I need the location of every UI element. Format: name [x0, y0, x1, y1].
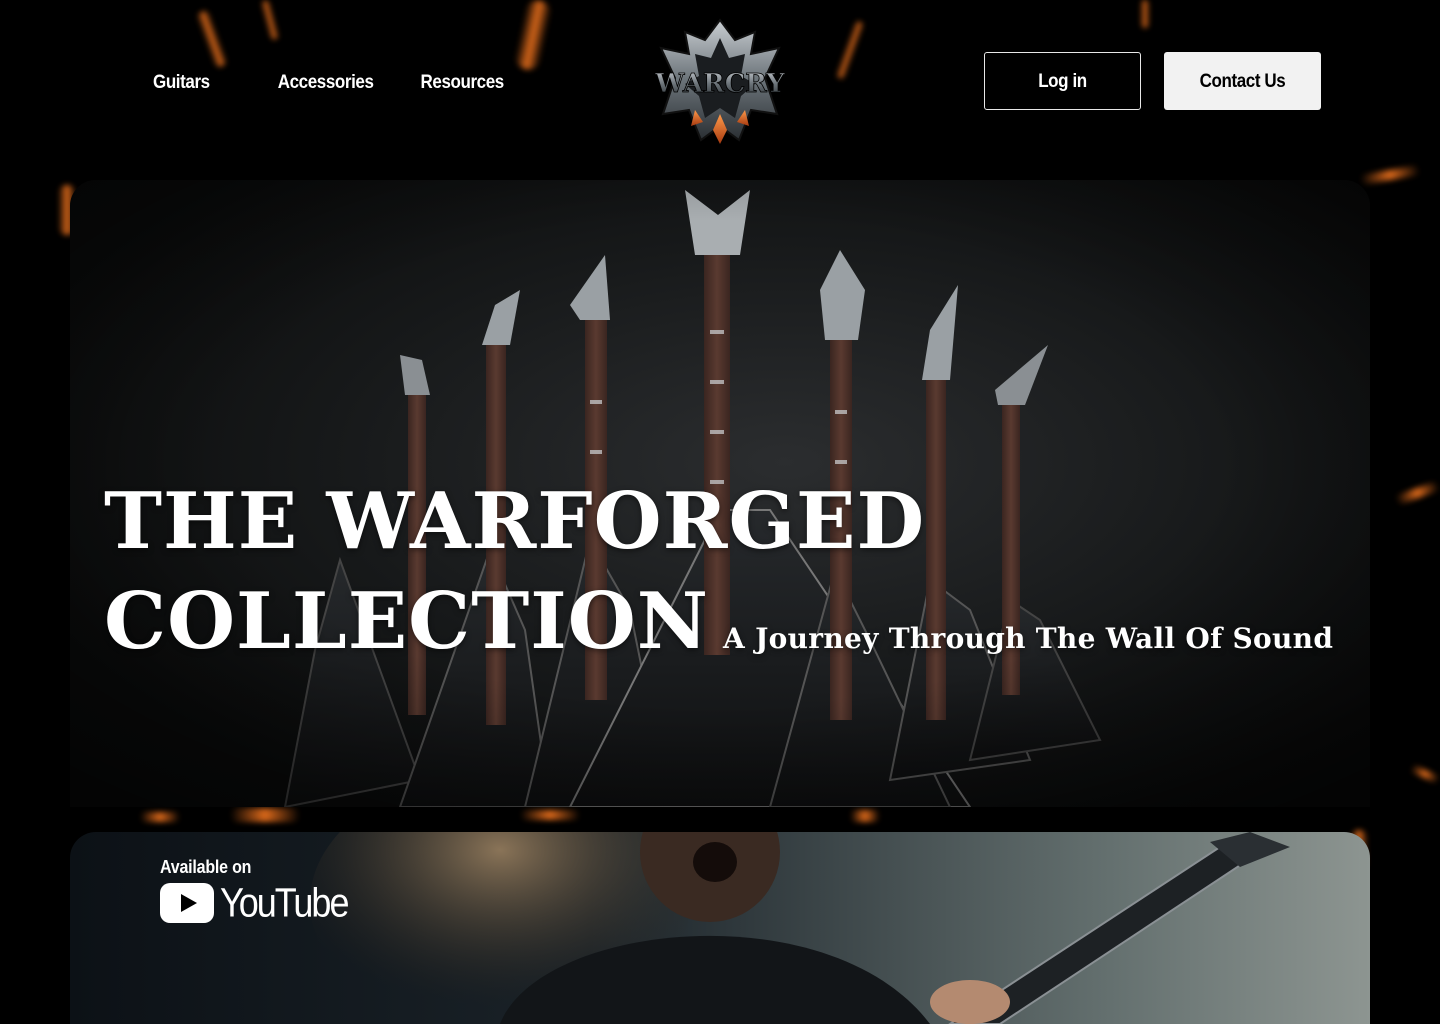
hero-title-line-2: COLLECTION A Journey Through The Wall Of …	[104, 572, 1333, 672]
youtube-wordmark: YouTube	[220, 879, 349, 926]
main-nav: Guitars Accessories Resources	[153, 71, 505, 94]
hero-title-line-1: THE WARFORGED	[104, 476, 926, 567]
login-button-label: Log in	[1038, 69, 1087, 92]
hero-subtitle: A Journey Through The Wall Of Sound	[723, 622, 1334, 655]
login-button[interactable]: Log in	[984, 52, 1141, 110]
warcry-emblem-icon: WARCRY	[654, 18, 786, 144]
youtube-play-icon	[160, 883, 214, 923]
contact-us-button[interactable]: Contact Us	[1164, 52, 1321, 110]
hero-title-collection: COLLECTION	[104, 576, 710, 667]
hero-title: THE WARFORGED COLLECTION A Journey Throug…	[104, 472, 1333, 672]
contact-us-button-label: Contact Us	[1199, 69, 1286, 92]
nav-resources[interactable]: Resources	[421, 71, 505, 94]
logo-wordmark: WARCRY	[655, 69, 785, 99]
youtube-badge[interactable]: YouTube	[160, 879, 349, 926]
hero-section: THE WARFORGED COLLECTION A Journey Throug…	[70, 180, 1370, 807]
warcry-logo[interactable]: WARCRY	[654, 18, 786, 148]
nav-accessories[interactable]: Accessories	[278, 71, 374, 94]
performer-section	[70, 832, 1370, 1024]
nav-guitars[interactable]: Guitars	[153, 71, 210, 94]
available-on-label: Available on	[160, 858, 252, 878]
performer-image	[310, 832, 1290, 1024]
